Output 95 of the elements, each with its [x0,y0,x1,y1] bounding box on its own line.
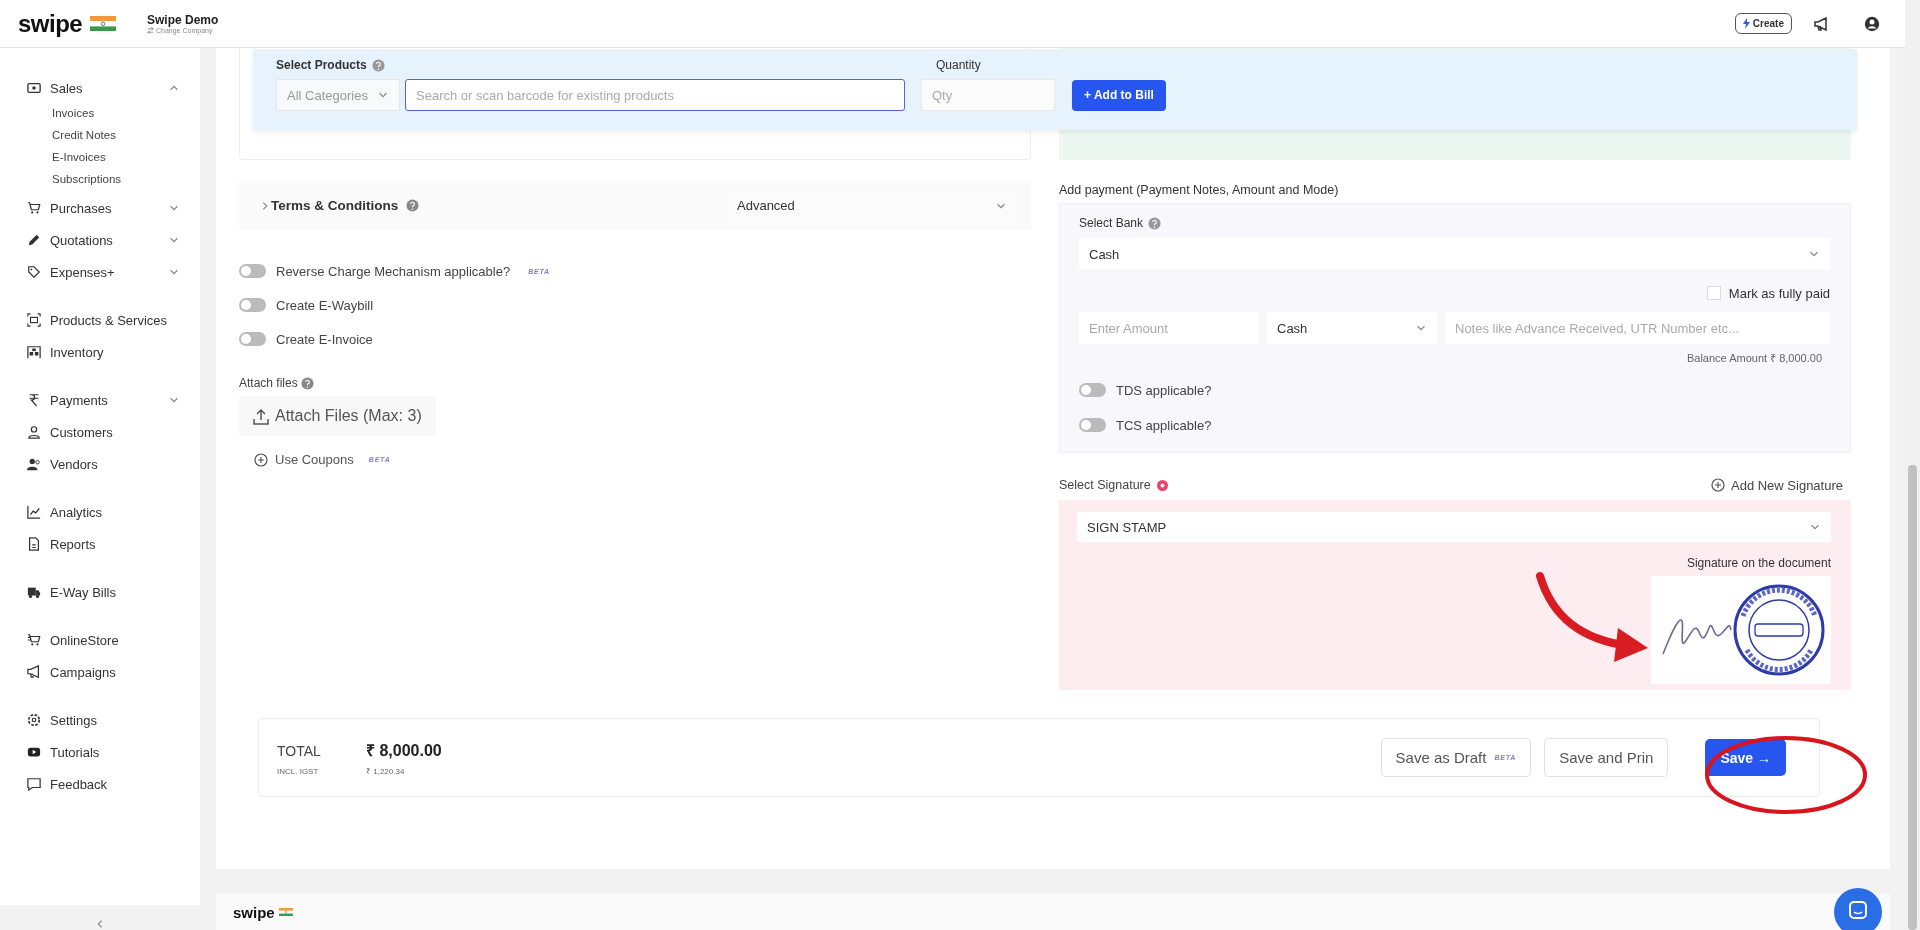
person-icon [27,425,41,439]
logo: swipe [233,903,275,921]
flag-icon [90,15,117,32]
toggle-label: TCS applicable? [1116,417,1212,433]
document-icon [27,537,41,551]
sidebar-item[interactable]: Campaigns [0,656,200,688]
people-icon [27,457,41,471]
section-title: Add payment (Payment Notes, Amount and Mode) [1059,183,1340,199]
total-label: TOTAL [277,743,322,759]
box-icon [27,313,41,327]
total-amount: ₹ 8,000.00 [366,741,442,761]
bank-dropdown[interactable]: Cash [1079,238,1830,270]
help-icon [406,199,420,212]
sidebar-item[interactable]: Feedback [0,768,200,800]
chat-icon [1849,901,1867,919]
section-title: Select Signature [1059,478,1151,492]
cart-icon [27,201,41,215]
toggle-switch[interactable] [1079,418,1106,432]
help-icon [371,58,385,72]
cash-icon [27,81,41,95]
sidebar-item[interactable]: Payments [0,384,200,416]
quantity-field[interactable]: Qty [921,79,1055,111]
help-icon [1148,216,1162,230]
sidebar-item[interactable]: Reports [0,528,200,560]
attach-files-button[interactable]: Attach Files (Max: 3) [239,396,436,436]
tag-icon [27,265,41,279]
sidebar-item[interactable]: Inventory [0,336,200,368]
tax-label: INCL. IGST [277,767,320,776]
truck-icon [27,585,41,599]
toggle-switch[interactable] [239,264,266,278]
chat-icon [27,777,41,791]
sidebar-item[interactable]: Expenses+ [0,256,200,288]
sidebar-subitem[interactable]: E-Invoices [0,146,200,168]
megaphone-icon [27,665,41,679]
field-label: Quantity [936,58,981,72]
toggle-switch[interactable] [239,332,266,346]
plus-circle-icon [254,452,268,467]
help-icon [300,376,314,390]
flag-icon [278,907,293,917]
required-icon [1156,479,1168,491]
section-title[interactable]: Terms & Conditions [271,198,399,213]
sidebar-item[interactable]: Quotations [0,224,200,256]
sidebar-item[interactable]: Customers [0,416,200,448]
pencil-icon [27,233,41,247]
sidebar-item[interactable]: Analytics [0,496,200,528]
sidebar-subitem[interactable]: Invoices [0,102,200,124]
megaphone-icon[interactable] [1814,16,1830,31]
signature-dropdown[interactable]: SIGN STAMP [1077,512,1831,542]
use-coupons-link[interactable]: Use Coupons [254,452,354,467]
checkbox-label: Mark as fully paid [1728,285,1830,301]
field-label: Select Bank [1079,216,1144,230]
swap-icon [147,27,154,34]
notes-field[interactable]: Notes like Advance Received, UTR Number etc... [1445,312,1830,344]
rupee-icon [27,393,41,407]
user-icon[interactable] [1864,15,1880,32]
preview-label: Signature on the document [1685,556,1831,570]
toggle-switch[interactable] [1079,383,1106,397]
sidebar-subitem[interactable]: Credit Notes [0,124,200,146]
toggle-label: Create E-Invoice [276,331,373,347]
create-button[interactable]: Create [1734,13,1792,34]
sidebar-item[interactable]: Settings [0,704,200,736]
field-label: Select Products [276,58,367,72]
tax-amount: ₹ 1,220.34 [366,766,406,776]
toggle-switch[interactable] [239,298,266,312]
sidebar-item[interactable]: E-Way Bills [0,576,200,608]
upload-icon [253,407,269,425]
sidebar-item[interactable]: Products & Services [0,304,200,336]
add-to-bill-button[interactable]: + Add to Bill [1072,79,1166,111]
sidebar-item[interactable]: Vendors [0,448,200,480]
toggle-label: Create E-Waybill [276,297,374,313]
chart-icon [27,505,41,519]
sidebar-item[interactable]: OnlineStore [0,624,200,656]
search-field[interactable]: Search or scan barcode for existing products [405,79,905,111]
toggle-label: TDS applicable? [1116,382,1212,398]
sidebar-item[interactable]: Tutorials [0,736,200,768]
save-and-print-button[interactable]: Save and Prin [1544,738,1669,777]
toggle-label: Reverse Charge Mechanism applicable? [276,263,511,279]
field-label: Attach files [239,376,298,390]
scrollbar-thumb[interactable] [1908,465,1917,930]
balance-amount: Balance Amount ₹ 8,000.00 [1685,351,1823,365]
amount-field[interactable]: Enter Amount [1079,312,1259,344]
lightning-icon [1742,18,1750,29]
sidebar-subitem[interactable]: Subscriptions [0,168,200,190]
company-name: Swipe Demo [147,13,219,27]
add-signature-link[interactable]: Add New Signature [1711,477,1851,493]
play-icon [27,745,41,759]
logo[interactable]: swipe [18,9,83,38]
mode-dropdown[interactable]: Cash [1267,312,1437,344]
settings-icon [27,713,41,727]
plus-circle-icon [1711,478,1725,492]
warehouse-icon [27,345,41,359]
checkbox[interactable] [1706,286,1721,300]
sidebar-item[interactable]: Sales [0,72,200,104]
store-icon [27,633,41,647]
sidebar-item[interactable]: Purchases [0,192,200,224]
